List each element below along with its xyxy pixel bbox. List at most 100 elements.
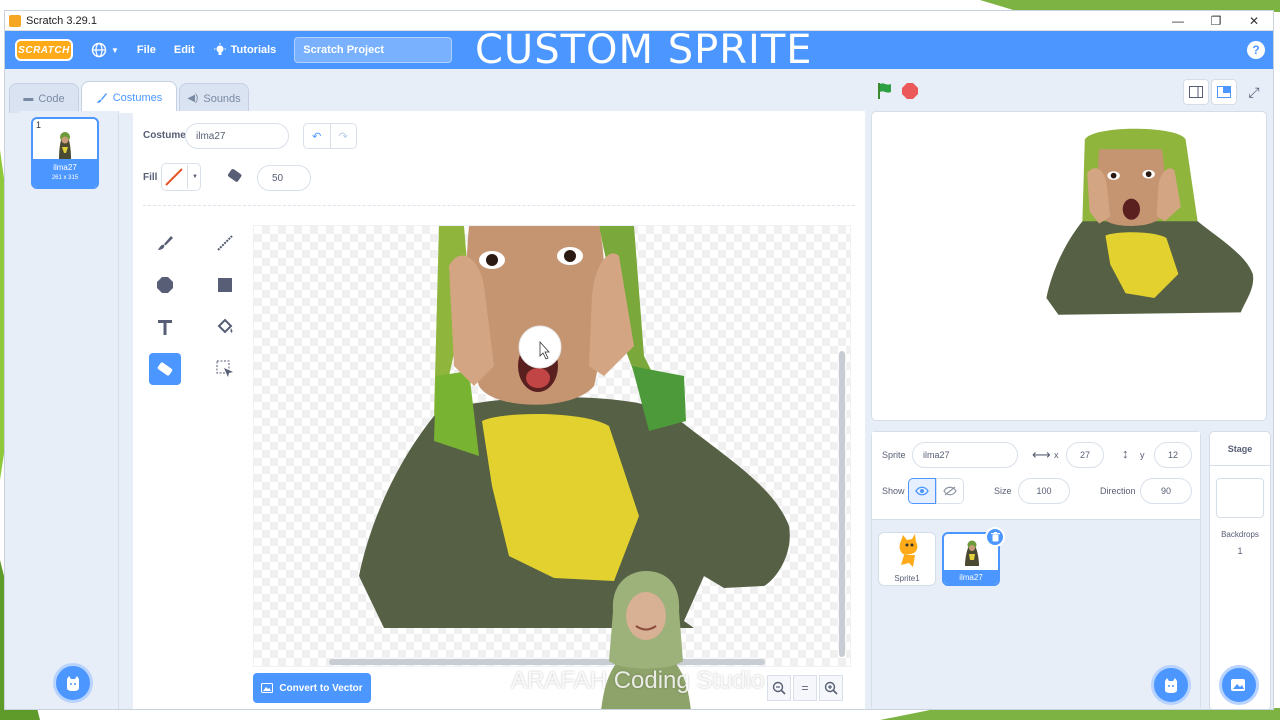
choose-sprite-button[interactable]	[1151, 665, 1191, 705]
file-menu[interactable]: File	[137, 44, 156, 56]
canvas-vertical-scrollbar[interactable]	[839, 351, 845, 657]
sprite-name-ilma27: ilma27	[944, 570, 998, 584]
small-stage-icon	[1189, 86, 1203, 98]
toolbar-divider	[143, 205, 855, 206]
circle-tool[interactable]	[149, 269, 181, 301]
cat-add-icon	[1165, 678, 1177, 693]
stage-canvas[interactable]	[871, 111, 1267, 421]
sprite-name-sprite1: Sprite1	[894, 574, 920, 583]
fullscreen-icon: ⤢	[1248, 83, 1260, 100]
edit-menu[interactable]: Edit	[174, 44, 195, 56]
redo-button[interactable]: ↷	[329, 124, 357, 148]
stage-thumbnail	[1216, 478, 1264, 518]
zoom-reset-button[interactable]: =	[793, 675, 817, 701]
sprite-item-sprite1[interactable]: Sprite1	[878, 532, 936, 586]
eraser-tool[interactable]	[149, 353, 181, 385]
video-watermark: ARAFAH Coding Studio	[511, 667, 765, 694]
brush-icon	[96, 92, 107, 103]
close-button[interactable]: ✕	[1235, 14, 1273, 28]
large-stage-icon	[1217, 86, 1231, 98]
convert-to-vector-button[interactable]: Convert to Vector	[253, 673, 371, 703]
backdrop-add-icon	[1231, 679, 1245, 691]
tab-costumes-label: Costumes	[112, 91, 163, 104]
brush-tool[interactable]	[149, 227, 181, 259]
paint-canvas[interactable]	[253, 225, 851, 667]
scratch-logo[interactable]: SCRATCH	[15, 39, 73, 61]
sprite-pane: Sprite ilma27 ⟷ x 27 ↕ y 12 Show Size 10…	[871, 431, 1201, 709]
tab-costumes[interactable]: Costumes	[81, 81, 177, 113]
line-tool[interactable]	[209, 227, 241, 259]
tab-code-label: Code	[38, 92, 65, 105]
green-flag-icon[interactable]	[875, 81, 895, 101]
direction-input[interactable]: 90	[1140, 478, 1192, 504]
small-stage-button[interactable]	[1183, 79, 1209, 105]
paint-bucket-icon	[217, 318, 233, 334]
fill-color-picker[interactable]: ▼	[161, 163, 201, 191]
costume-footer: ilma27 261 x 315	[33, 159, 97, 187]
direction-label: Direction	[1100, 486, 1136, 496]
delete-sprite-button[interactable]	[985, 527, 1005, 547]
size-input[interactable]: 100	[1018, 478, 1070, 504]
tutorials-menu[interactable]: Tutorials	[213, 43, 277, 57]
y-arrows-icon: ↕	[1122, 446, 1129, 461]
costume-size: 261 x 315	[51, 175, 79, 181]
eraser-icon	[157, 362, 173, 376]
eraser-size-icon	[228, 169, 242, 182]
speaker-icon: ◀)	[187, 93, 199, 104]
sprite-name-input[interactable]: ilma27	[912, 442, 1018, 468]
costume-name: ilma27	[53, 163, 77, 172]
rectangle-icon	[218, 278, 232, 292]
y-input[interactable]: 12	[1154, 442, 1192, 468]
zoom-out-button[interactable]	[767, 675, 791, 701]
fullscreen-button[interactable]: ⤢	[1241, 79, 1267, 105]
undo-button[interactable]: ↶	[304, 124, 330, 148]
tutorials-label: Tutorials	[230, 44, 277, 56]
brush-size-input[interactable]: 50	[257, 165, 311, 191]
large-stage-button[interactable]	[1211, 79, 1237, 105]
minimize-button[interactable]: —	[1159, 14, 1197, 28]
eye-icon	[915, 486, 929, 496]
no-fill-icon	[165, 168, 183, 186]
fill-label: Fill	[143, 172, 158, 183]
show-label: Show	[882, 486, 905, 496]
zoom-in-button[interactable]	[819, 675, 843, 701]
zoom-out-icon	[772, 681, 786, 695]
code-icon: ▬	[23, 93, 34, 104]
image-icon	[261, 683, 274, 693]
sprite-info: Sprite ilma27 ⟷ x 27 ↕ y 12 Show Size 10…	[872, 432, 1200, 520]
fill-tool[interactable]	[209, 311, 241, 343]
tab-sounds[interactable]: ◀) Sounds	[179, 83, 249, 113]
costume-list: 1 ilma27 261 x 315	[19, 111, 119, 709]
x-input[interactable]: 27	[1066, 442, 1104, 468]
circle-icon	[157, 277, 173, 293]
text-tool[interactable]	[149, 311, 181, 343]
choose-backdrop-button[interactable]	[1219, 665, 1259, 705]
tab-code[interactable]: ▬ Code	[9, 83, 79, 113]
convert-to-vector-label: Convert to Vector	[279, 682, 363, 694]
cat-sprite-thumbnail	[899, 534, 918, 567]
show-visible-button[interactable]	[908, 478, 936, 504]
maximize-button[interactable]: ❐	[1197, 14, 1235, 28]
menu-bar: SCRATCH ▼ File Edit Tutorials Scratch Pr…	[5, 27, 1273, 73]
help-button[interactable]: ?	[1247, 41, 1265, 59]
language-menu[interactable]: ▼	[91, 42, 119, 58]
zoom-in-icon	[824, 681, 838, 695]
costume-item[interactable]: 1 ilma27 261 x 315	[31, 117, 99, 189]
rectangle-tool[interactable]	[209, 269, 241, 301]
y-label: y	[1140, 450, 1145, 460]
trash-icon	[990, 532, 1000, 542]
backdrops-label: Backdrops	[1221, 530, 1259, 539]
select-tool[interactable]	[209, 353, 241, 385]
stop-icon[interactable]	[901, 82, 919, 100]
costume-name-input[interactable]: ilma27	[185, 123, 289, 149]
costume-image	[359, 226, 790, 628]
project-title-input[interactable]: Scratch Project	[294, 37, 453, 63]
text-icon	[158, 320, 172, 335]
x-label: x	[1054, 450, 1059, 460]
video-overlay-title: CUSTOM SPRITE	[475, 27, 813, 73]
costume-label: Costume	[143, 130, 186, 141]
choose-costume-button[interactable]	[53, 663, 93, 703]
x-arrows-icon: ⟷	[1032, 447, 1051, 462]
chevron-down-icon: ▼	[192, 174, 198, 180]
show-hidden-button[interactable]	[936, 478, 964, 504]
